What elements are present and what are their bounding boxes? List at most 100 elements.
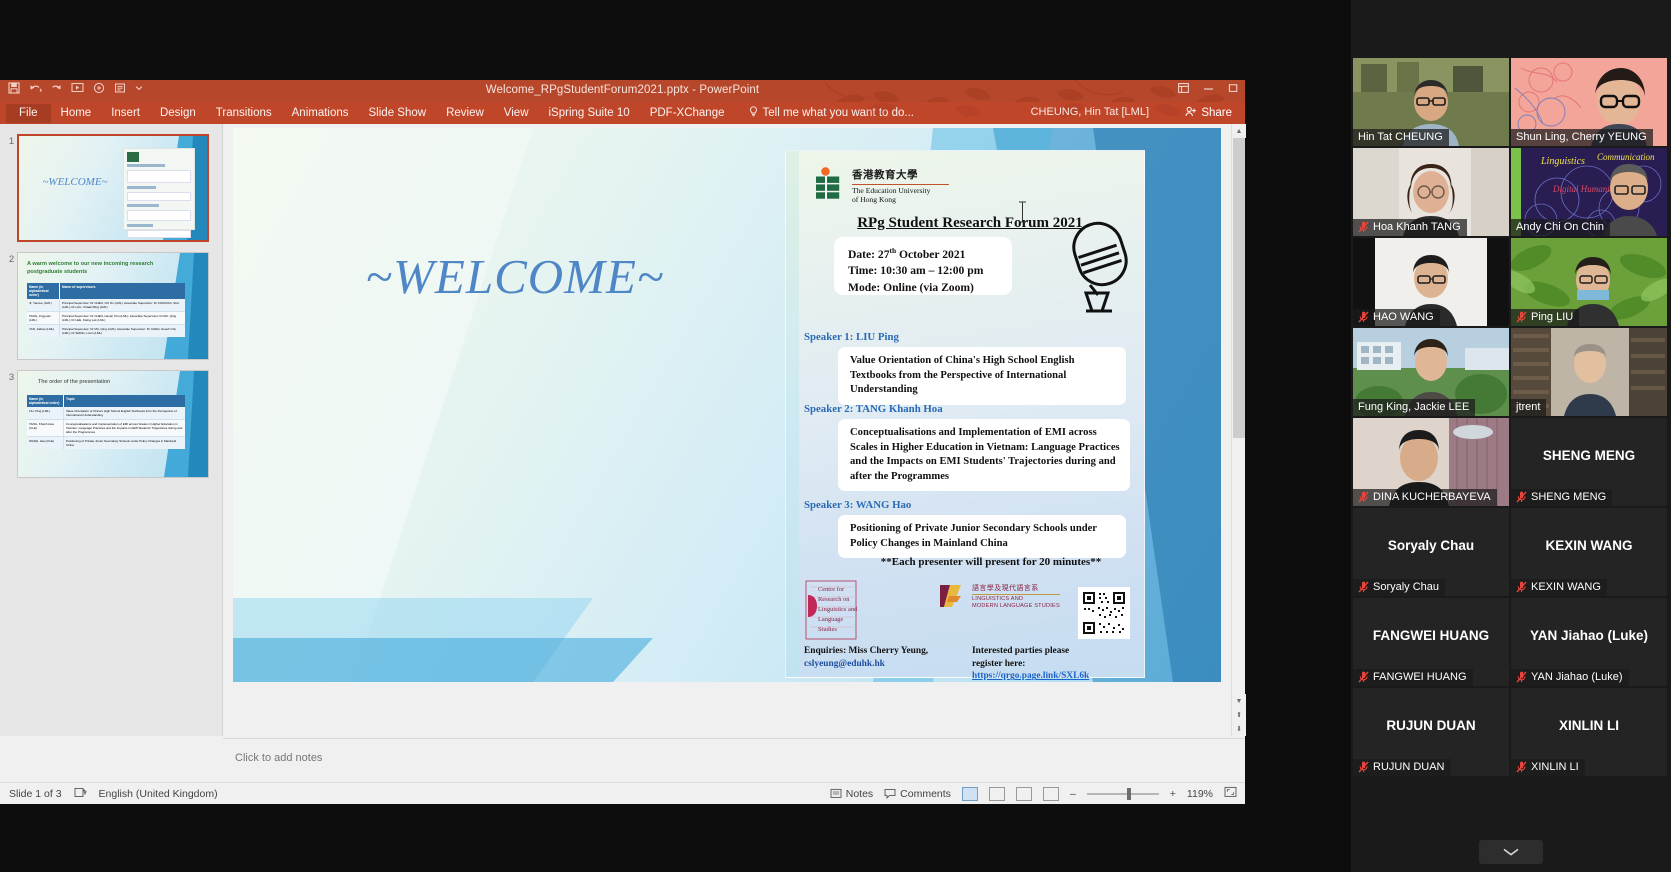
poster-image[interactable]: 香港教育大學 The Education University of Hong …: [785, 150, 1145, 681]
thumbnail-number-1: 1: [8, 136, 15, 147]
spell-check-icon[interactable]: [74, 787, 87, 801]
speaker-2-topic: Conceptualisations and Implementation of…: [850, 427, 1120, 482]
speaker-1-topic-box: Value Orientation of China's High School…: [838, 347, 1126, 405]
language-indicator[interactable]: English (United Kingdom): [99, 788, 218, 800]
tab-review[interactable]: Review: [436, 104, 494, 123]
scrollbar-thumb[interactable]: [1233, 138, 1245, 438]
ribbon-display-options-icon[interactable]: [1178, 83, 1189, 97]
scroll-up-button[interactable]: ▲: [1232, 124, 1246, 138]
slide-show-button[interactable]: [1042, 786, 1059, 801]
register-link[interactable]: https://qrgo.page.link/SXL6k: [972, 671, 1089, 681]
participant-name: jtrent: [1516, 401, 1541, 413]
thumbnail-slide-3[interactable]: The order of the presentation Name (in a…: [17, 370, 209, 478]
share-label: Share: [1201, 107, 1232, 119]
participant-tile[interactable]: DINA KUCHERBAYEVA: [1353, 418, 1509, 506]
participant-name-bar: Soryaly Chau: [1353, 579, 1446, 596]
thumbnail-2-heading: A warm welcome to our new incoming resea…: [27, 261, 154, 276]
zoom-slider[interactable]: [1086, 787, 1159, 800]
participant-name: Ping LIU: [1531, 311, 1574, 323]
participant-name: Soryaly Chau: [1373, 581, 1440, 593]
participant-tile[interactable]: YAN Jiahao (Luke) YAN Jiahao (Luke): [1511, 598, 1667, 686]
slide-counter[interactable]: Slide 1 of 3: [9, 788, 62, 800]
svg-text:Communication: Communication: [1597, 152, 1655, 162]
participant-name-bar: Hoa Khanh TANG: [1353, 219, 1467, 236]
thumb3-r2-name: TANG, Khanh Hoa (CLE): [29, 422, 54, 430]
participant-tile[interactable]: RUJUN DUAN RUJUN DUAN: [1353, 688, 1509, 776]
normal-view-button[interactable]: [961, 786, 978, 801]
restore-icon[interactable]: [1228, 83, 1239, 97]
participant-name: YAN Jiahao (Luke): [1531, 671, 1623, 683]
tab-transitions[interactable]: Transitions: [206, 104, 282, 123]
notes-toggle[interactable]: Notes: [830, 788, 873, 800]
share-button[interactable]: Share: [1178, 104, 1239, 122]
thumbnail-slide-2[interactable]: A warm welcome to our new incoming resea…: [17, 252, 209, 360]
tab-pdf-xchange[interactable]: PDF-XChange: [640, 104, 735, 123]
slide-canvas[interactable]: ~WELCOME~ 香港教育大學 The Education Universit…: [233, 128, 1221, 682]
notes-icon: [830, 788, 842, 798]
participant-tile[interactable]: FANGWEI HUANG FANGWEI HUANG: [1353, 598, 1509, 686]
thumbnail-row-1[interactable]: 1 ~WELCOME~: [6, 134, 222, 242]
tab-ispring-suite[interactable]: iSpring Suite 10: [539, 104, 640, 123]
participant-name-bar: Shun Ling, Cherry YEUNG: [1511, 129, 1653, 146]
participant-tile[interactable]: Hoa Khanh TANG: [1353, 148, 1509, 236]
participant-tile[interactable]: Hin Tat CHEUNG: [1353, 58, 1509, 146]
slide-thumbnail-pane[interactable]: 1 ~WELCOME~ 2 A warm welcome to our new …: [0, 124, 223, 736]
slide-vertical-scrollbar[interactable]: ▲ ▼ ⬆ ⬇: [1231, 124, 1246, 736]
participant-tile[interactable]: jtrent: [1511, 328, 1667, 416]
participant-tile[interactable]: HAO WANG: [1353, 238, 1509, 326]
svg-text:Centre for: Centre for: [818, 586, 845, 593]
participant-tile[interactable]: Shun Ling, Cherry YEUNG: [1511, 58, 1667, 146]
enquiries-email[interactable]: cslyeung@eduhk.hk: [804, 658, 964, 671]
tab-insert[interactable]: Insert: [101, 104, 150, 123]
tab-animations[interactable]: Animations: [282, 104, 359, 123]
thumbnail-slide-1[interactable]: ~WELCOME~: [17, 134, 209, 242]
collapse-panel-button[interactable]: [1479, 840, 1543, 864]
zoom-percentage[interactable]: 119%: [1187, 788, 1213, 800]
thumb2-r3-name: YAN, Jiahao (LML): [29, 327, 55, 331]
muted-microphone-icon: [1358, 671, 1369, 683]
participant-tile[interactable]: XINLIN LI XINLIN LI: [1511, 688, 1667, 776]
comments-toggle[interactable]: Comments: [884, 788, 951, 800]
participant-name-bar: Ping LIU: [1511, 309, 1580, 326]
next-slide-button[interactable]: ⬇: [1232, 722, 1246, 736]
thumbnail-row-2[interactable]: 2 A warm welcome to our new incoming res…: [6, 252, 222, 360]
participant-name: Hin Tat CHEUNG: [1358, 131, 1443, 143]
editor-body: 1 ~WELCOME~ 2 A warm welcome to our new …: [0, 124, 1246, 736]
slide-welcome-text[interactable]: ~WELCOME~: [335, 248, 695, 305]
slide-sorter-button[interactable]: [988, 786, 1005, 801]
tab-file[interactable]: File: [6, 103, 51, 123]
status-right: Notes Comments – + 119%: [830, 786, 1237, 801]
zoom-collapse-bar: [1351, 832, 1671, 872]
ribbon-tabs[interactable]: File Home Insert Design Transitions Anim…: [0, 102, 1245, 124]
notes-pane[interactable]: Click to add notes: [223, 738, 1245, 782]
svg-text:Research on: Research on: [818, 596, 850, 603]
title-bar: Welcome_RPgStudentForum2021.pptx - Power…: [0, 80, 1245, 102]
tab-home[interactable]: Home: [51, 104, 102, 123]
zoom-in-button[interactable]: +: [1170, 788, 1176, 800]
window-controls[interactable]: [1178, 83, 1239, 97]
participant-tile[interactable]: Fung King, Jackie LEE: [1353, 328, 1509, 416]
participant-tile[interactable]: SHENG MENG SHENG MENG: [1511, 418, 1667, 506]
previous-slide-button[interactable]: ⬆: [1232, 708, 1246, 722]
tab-design[interactable]: Design: [150, 104, 206, 123]
zoom-out-button[interactable]: –: [1070, 788, 1076, 800]
thumbnail-3-heading: The order of the presentation: [38, 379, 111, 385]
participant-tile[interactable]: KEXIN WANG KEXIN WANG: [1511, 508, 1667, 596]
minimize-icon[interactable]: [1203, 83, 1214, 97]
scroll-down-button[interactable]: ▼: [1232, 694, 1246, 708]
participant-tile[interactable]: Ping LIU: [1511, 238, 1667, 326]
notes-placeholder: Click to add notes: [235, 752, 323, 764]
participant-tile[interactable]: Linguistics Communication Digital Humani…: [1511, 148, 1667, 236]
tab-view[interactable]: View: [494, 104, 539, 123]
tab-slide-show[interactable]: Slide Show: [359, 104, 437, 123]
window-title: Welcome_RPgStudentForum2021.pptx - Power…: [485, 84, 760, 96]
reading-view-button[interactable]: [1015, 786, 1032, 801]
thumbnail-row-3[interactable]: 3 The order of the presentation Name (in…: [6, 370, 222, 478]
participant-tile[interactable]: Soryaly Chau Soryaly Chau: [1353, 508, 1509, 596]
participant-name: Hoa Khanh TANG: [1373, 221, 1461, 233]
fit-slide-to-window-icon[interactable]: [1224, 786, 1237, 801]
zoom-slider-knob[interactable]: [1126, 787, 1131, 800]
slide-pane: ~WELCOME~ 香港教育大學 The Education Universit…: [223, 124, 1246, 736]
participant-name: FANGWEI HUANG: [1373, 671, 1467, 683]
account-name[interactable]: CHEUNG, Hin Tat [LML]: [1031, 106, 1149, 118]
